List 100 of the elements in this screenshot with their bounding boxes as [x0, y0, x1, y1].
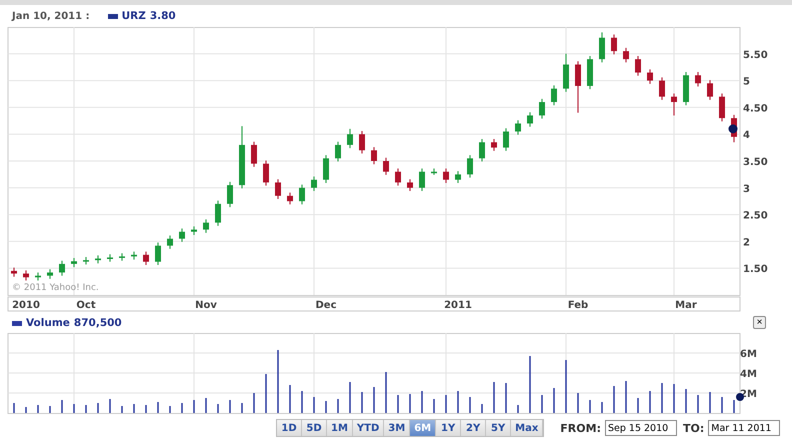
- candlestick: [119, 252, 125, 262]
- x-axis-label: 2011: [444, 300, 472, 311]
- x-axis-label: Oct: [76, 300, 96, 311]
- y-axis-label: 3.50: [743, 157, 768, 168]
- candlestick: [35, 272, 41, 282]
- candlestick: [707, 80, 713, 100]
- range-button[interactable]: 1M: [327, 420, 353, 436]
- candlestick: [95, 254, 101, 264]
- candlestick: [659, 76, 665, 100]
- last-price-marker: [728, 124, 738, 134]
- candlestick: [311, 176, 317, 192]
- price-label: 3.80: [150, 10, 176, 22]
- candlestick: [71, 258, 77, 268]
- candlestick: [299, 184, 305, 205]
- y-axis-label: 5.50: [743, 50, 768, 61]
- y-axis-label: 4M: [740, 369, 757, 380]
- candlestick: [647, 68, 653, 84]
- range-button[interactable]: 3M: [384, 420, 410, 436]
- range-button[interactable]: Max: [511, 420, 544, 436]
- y-axis-label: 2: [743, 237, 750, 248]
- from-date-field[interactable]: Sep 15 2010: [604, 420, 677, 436]
- range-button[interactable]: 1Y: [436, 420, 462, 436]
- candlestick: [479, 138, 485, 162]
- candlestick: [335, 141, 341, 162]
- candlestick: [431, 168, 437, 176]
- candlestick: [527, 112, 533, 128]
- candlestick: [83, 256, 89, 265]
- candlestick: [107, 254, 113, 262]
- candlestick: [359, 130, 365, 154]
- range-button[interactable]: YTD: [352, 420, 384, 436]
- volume-label: Volume: [26, 317, 70, 329]
- candlestick: [179, 228, 185, 242]
- candlestick: [575, 60, 581, 114]
- candlestick: [395, 168, 401, 186]
- candlestick: [23, 270, 29, 282]
- candlestick: [47, 268, 53, 280]
- y-axis-label: 3: [743, 184, 750, 195]
- candlestick: [611, 34, 617, 55]
- candlestick: [371, 146, 377, 165]
- candlestick: [671, 92, 677, 116]
- y-axis-label: 2.50: [743, 210, 768, 222]
- candlestick: [719, 92, 725, 122]
- x-axis-label: Dec: [316, 300, 336, 311]
- candlestick: [347, 128, 353, 149]
- y-axis-label: 5: [743, 76, 750, 88]
- from-label: FROM:: [560, 422, 601, 434]
- candlestick: [167, 235, 173, 250]
- candlestick: [623, 47, 629, 63]
- candlestick: [215, 200, 221, 226]
- candlestick: [563, 53, 569, 92]
- candlestick: [515, 120, 521, 136]
- y-axis-label: 4: [743, 130, 750, 142]
- range-button[interactable]: 5Y: [486, 420, 512, 436]
- y-axis-label: 4.50: [743, 103, 768, 114]
- candlestick: [227, 181, 233, 208]
- candlestick: [443, 168, 449, 184]
- to-date-field[interactable]: Mar 11 2011: [708, 420, 780, 436]
- candlestick: [59, 260, 65, 276]
- candlestick: [287, 192, 293, 205]
- candlestick: [419, 168, 425, 192]
- range-button[interactable]: 2Y: [461, 420, 486, 436]
- candlestick: [275, 178, 281, 200]
- candlestick: [11, 267, 17, 278]
- candlestick: [407, 178, 413, 192]
- candlestick: [539, 98, 545, 120]
- candlestick: [263, 160, 269, 186]
- candlestick: [635, 55, 641, 76]
- candlestick: [155, 242, 161, 266]
- candlestick: [551, 84, 557, 106]
- legend-swatch: [12, 320, 22, 326]
- candlestick: [191, 226, 197, 236]
- y-axis-label: 1.50: [743, 264, 768, 276]
- candlestick: [131, 251, 137, 260]
- x-axis-label: Feb: [568, 300, 588, 311]
- candlestick: [203, 218, 209, 234]
- legend-swatch: [108, 14, 118, 18]
- candlestick: [323, 154, 329, 184]
- candlestick: [599, 32, 605, 63]
- candlestick: [587, 55, 593, 90]
- close-button[interactable]: ×: [753, 316, 766, 329]
- candlestick: [467, 154, 473, 178]
- x-axis-label: Mar: [675, 300, 697, 311]
- candlestick: [455, 170, 461, 184]
- copyright-text: © 2011 Yahoo! Inc.: [12, 283, 99, 293]
- candlestick: [251, 141, 257, 168]
- range-button[interactable]: 1D: [277, 420, 302, 436]
- symbol-label: URZ: [122, 10, 146, 22]
- candlestick: [503, 128, 509, 152]
- candlestick: [239, 126, 245, 189]
- x-axis-label: 2010: [12, 300, 40, 311]
- y-axis-label: 6M: [740, 349, 757, 360]
- to-label: TO:: [682, 422, 704, 434]
- date-label: Jan 10, 2011 :: [12, 10, 90, 22]
- candlestick: [143, 251, 149, 266]
- candlestick: [383, 157, 389, 176]
- range-button[interactable]: 5D: [302, 420, 327, 436]
- volume-value: 870,500: [74, 317, 122, 329]
- candlestick: [695, 72, 701, 87]
- x-axis-label: Nov: [195, 300, 217, 311]
- candlestick: [683, 72, 689, 106]
